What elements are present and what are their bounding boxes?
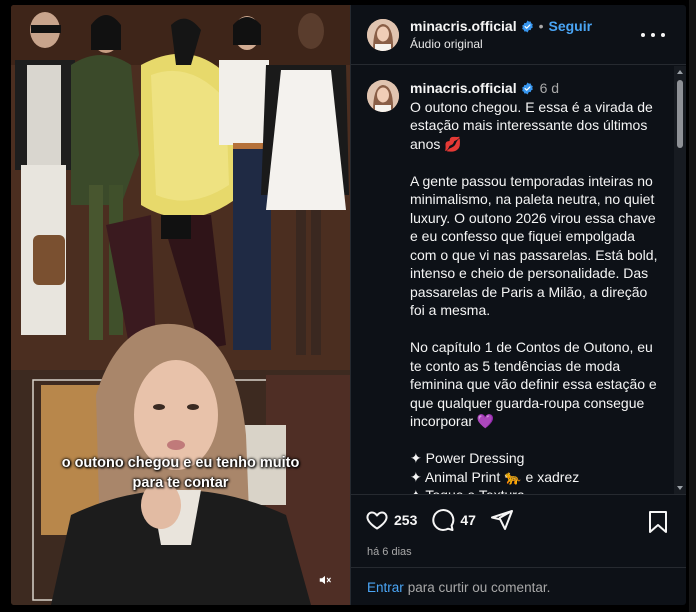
like-count[interactable]: 253	[394, 512, 417, 528]
caption-paragraph: O outono chegou. E essa é a virada de es…	[410, 98, 653, 152]
action-row: 253 47	[365, 508, 514, 532]
verified-badge-icon	[521, 82, 534, 95]
like-button[interactable]: 253	[365, 508, 417, 532]
verified-badge-icon	[521, 20, 534, 33]
post-header: minacris.official • Seguir Áudio origina…	[351, 5, 686, 65]
audio-link[interactable]: Áudio original	[410, 37, 592, 51]
scroll-down-arrow-icon[interactable]	[677, 486, 683, 490]
login-prompt: Entrar para curtir ou comentar.	[351, 567, 686, 605]
scroll-up-arrow-icon[interactable]	[677, 70, 683, 74]
caption-header: minacris.official 6 d	[410, 79, 665, 98]
avatar[interactable]	[367, 80, 399, 112]
caption-bullet: ✦ Power Dressing	[410, 450, 525, 466]
username-link[interactable]: minacris.official	[410, 79, 517, 98]
post-date[interactable]: há 6 dias	[367, 546, 412, 558]
video-caption-line-2: para te contar	[132, 475, 229, 491]
avatar[interactable]	[367, 18, 399, 51]
comment-count[interactable]: 47	[460, 512, 476, 528]
comments-scrollbar[interactable]	[674, 66, 686, 494]
post-time[interactable]: 6 d	[540, 79, 559, 98]
login-link[interactable]: Entrar	[367, 580, 404, 595]
post-modal: o outono chegou e eu tenho muito para te…	[11, 5, 686, 605]
more-dot-icon	[641, 33, 645, 37]
caption-body: minacris.official 6 d O outono chegou. E…	[410, 79, 665, 494]
caption-bullet: ✦ Toque e Textura	[410, 486, 665, 494]
share-icon	[490, 510, 513, 530]
profile-photo	[367, 80, 399, 112]
caption-paragraph: A gente passou temporadas inteiras no mi…	[410, 172, 658, 319]
post-caption: minacris.official 6 d O outono chegou. E…	[351, 66, 686, 494]
more-dot-icon	[651, 33, 655, 37]
muted-speaker-icon	[319, 575, 331, 585]
video-caption-line-1: o outono chegou e eu tenho muito	[61, 455, 300, 471]
username-link[interactable]: minacris.official	[410, 18, 517, 34]
comments-area[interactable]: minacris.official 6 d O outono chegou. E…	[351, 66, 686, 494]
save-button[interactable]	[647, 510, 669, 539]
share-button[interactable]	[490, 508, 514, 532]
login-prompt-text: para curtir ou comentar.	[407, 579, 551, 595]
comment-button[interactable]: 47	[431, 508, 476, 532]
reel-video[interactable]: o outono chegou e eu tenho muito para te…	[11, 5, 350, 605]
profile-photo	[367, 18, 399, 51]
comment-icon	[432, 509, 455, 531]
scrollbar-thumb[interactable]	[677, 80, 683, 148]
page-scrollbar[interactable]	[689, 0, 696, 612]
heart-icon	[366, 511, 388, 530]
caption-paragraph: No capítulo 1 de Contos de Outono, eu te…	[410, 339, 657, 429]
more-options-button[interactable]	[641, 26, 665, 44]
post-viewer: o outono chegou e eu tenho muito para te…	[0, 0, 696, 612]
separator-dot: •	[538, 18, 544, 34]
caption-bullet: ✦ Animal Print 🐆 e xadrez	[410, 468, 580, 485]
bookmark-icon	[649, 511, 667, 533]
post-actions: 253 47 há 6 dias Entrar para curtir ou c…	[351, 494, 686, 605]
follow-button[interactable]: Seguir	[549, 18, 593, 34]
header-row: minacris.official • Seguir	[410, 18, 592, 34]
header-text: minacris.official • Seguir Áudio origina…	[410, 18, 592, 51]
mute-button[interactable]	[314, 569, 336, 591]
post-side-panel: minacris.official • Seguir Áudio origina…	[350, 5, 686, 605]
more-dot-icon	[661, 33, 665, 37]
